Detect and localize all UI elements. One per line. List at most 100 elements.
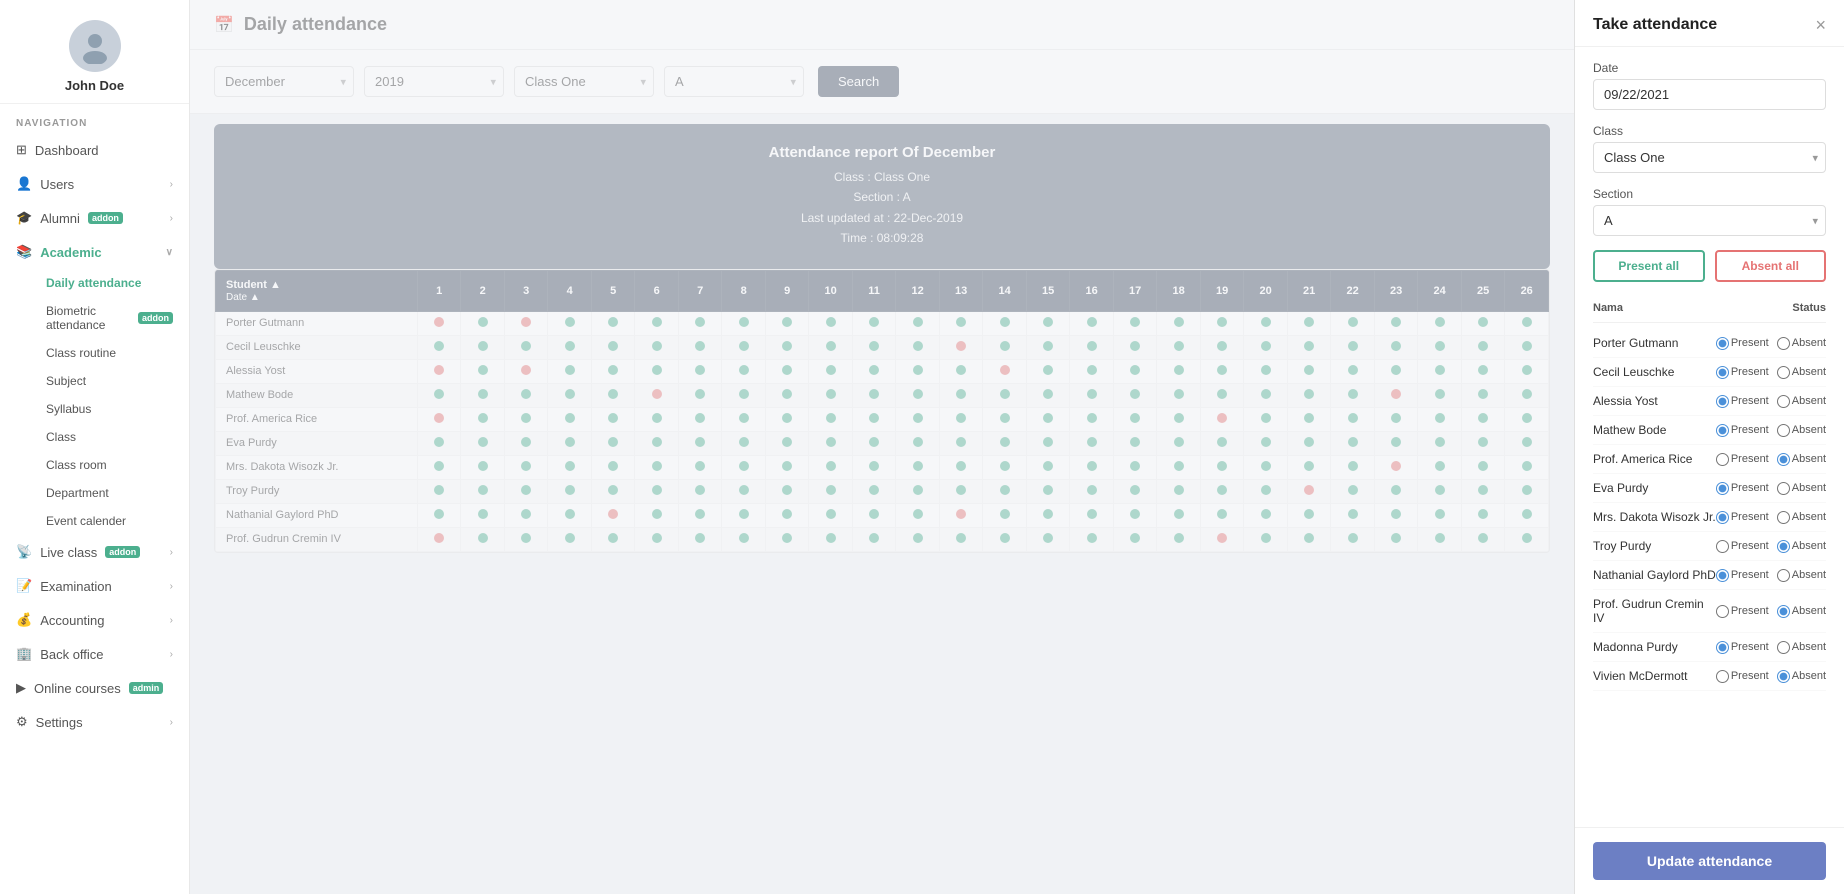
attendance-table-wrapper[interactable]: Student ▲Date ▲ 1 2 3 4 5 6 7 8 9 10 11 … [214, 269, 1550, 553]
sidebar-item-dashboard[interactable]: ⊞ Dashboard [0, 133, 189, 167]
attendance-cell [1505, 407, 1549, 431]
present-radio-label[interactable]: Present [1716, 641, 1769, 654]
present-radio[interactable] [1716, 511, 1729, 524]
present-radio[interactable] [1716, 569, 1729, 582]
absent-radio-label[interactable]: Absent [1777, 337, 1826, 350]
absent-radio[interactable] [1777, 366, 1790, 379]
present-radio-label[interactable]: Present [1716, 337, 1769, 350]
attendance-radio-group[interactable]: Present Absent [1716, 482, 1826, 495]
sidebar-item-online-courses[interactable]: ▶ Online courses admin [0, 671, 189, 705]
sidebar-item-syllabus[interactable]: Syllabus [30, 395, 189, 423]
present-dot [1348, 389, 1358, 399]
sidebar-item-users[interactable]: 👤 Users › [0, 167, 189, 201]
attendance-radio-group[interactable]: Present Absent [1716, 641, 1826, 654]
class-select[interactable]: Class One [514, 66, 654, 97]
sidebar-item-back-office[interactable]: 🏢 Back office › [0, 637, 189, 671]
present-radio[interactable] [1716, 605, 1729, 618]
absent-radio[interactable] [1777, 569, 1790, 582]
present-radio-label[interactable]: Present [1716, 511, 1769, 524]
absent-radio-label[interactable]: Absent [1777, 641, 1826, 654]
attendance-radio-group[interactable]: Present Absent [1716, 337, 1826, 350]
absent-radio-label[interactable]: Absent [1777, 540, 1826, 553]
attendance-cell [809, 359, 853, 383]
sidebar-item-event-calender[interactable]: Event calender [30, 507, 189, 535]
absent-radio-label[interactable]: Absent [1777, 424, 1826, 437]
sidebar-item-class-room[interactable]: Class room [30, 451, 189, 479]
sidebar-item-class[interactable]: Class [30, 423, 189, 451]
sidebar-item-daily-attendance[interactable]: Daily attendance [30, 269, 189, 297]
absent-all-button[interactable]: Absent all [1715, 250, 1827, 282]
update-attendance-button[interactable]: Update attendance [1593, 842, 1826, 880]
present-radio-label[interactable]: Present [1716, 424, 1769, 437]
attendance-radio-group[interactable]: Present Absent [1716, 540, 1826, 553]
sidebar-item-examination[interactable]: 📝 Examination › [0, 569, 189, 603]
sidebar-item-alumni[interactable]: 🎓 Alumni addon › [0, 201, 189, 235]
attendance-radio-group[interactable]: Present Absent [1716, 395, 1826, 408]
present-radio[interactable] [1716, 482, 1729, 495]
attendance-radio-group[interactable]: Present Absent [1716, 453, 1826, 466]
month-select[interactable]: December [214, 66, 354, 97]
present-radio[interactable] [1716, 424, 1729, 437]
absent-radio[interactable] [1777, 424, 1790, 437]
absent-radio[interactable] [1777, 641, 1790, 654]
absent-radio[interactable] [1777, 482, 1790, 495]
attendance-radio-group[interactable]: Present Absent [1716, 569, 1826, 582]
sidebar-item-subject[interactable]: Subject [30, 367, 189, 395]
attendance-radio-group[interactable]: Present Absent [1716, 366, 1826, 379]
absent-radio[interactable] [1777, 453, 1790, 466]
present-radio[interactable] [1716, 366, 1729, 379]
sidebar-item-accounting[interactable]: 💰 Accounting › [0, 603, 189, 637]
present-radio-label[interactable]: Present [1716, 569, 1769, 582]
present-radio-label[interactable]: Present [1716, 395, 1769, 408]
present-radio[interactable] [1716, 641, 1729, 654]
absent-radio-label[interactable]: Absent [1777, 511, 1826, 524]
table-row: Troy Purdy [216, 479, 1549, 503]
absent-radio-label[interactable]: Absent [1777, 670, 1826, 683]
absent-radio[interactable] [1777, 337, 1790, 350]
absent-radio-label[interactable]: Absent [1777, 453, 1826, 466]
attendance-radio-group[interactable]: Present Absent [1716, 605, 1826, 618]
present-radio-label[interactable]: Present [1716, 482, 1769, 495]
section-select[interactable]: A [664, 66, 804, 97]
present-radio[interactable] [1716, 540, 1729, 553]
date-input[interactable] [1593, 79, 1826, 110]
sidebar-item-department[interactable]: Department [30, 479, 189, 507]
absent-radio[interactable] [1777, 540, 1790, 553]
present-dot [1304, 317, 1314, 327]
attendance-radio-group[interactable]: Present Absent [1716, 511, 1826, 524]
panel-section-select[interactable]: A [1593, 205, 1826, 236]
present-radio[interactable] [1716, 453, 1729, 466]
year-select[interactable]: 2019 [364, 66, 504, 97]
absent-radio[interactable] [1777, 511, 1790, 524]
absent-radio[interactable] [1777, 395, 1790, 408]
present-radio[interactable] [1716, 670, 1729, 683]
attendance-radio-group[interactable]: Present Absent [1716, 424, 1826, 437]
search-button[interactable]: Search [818, 66, 899, 97]
absent-radio-label[interactable]: Absent [1777, 605, 1826, 618]
present-radio-label[interactable]: Present [1716, 540, 1769, 553]
attendance-cell [983, 359, 1027, 383]
attendance-radio-group[interactable]: Present Absent [1716, 670, 1826, 683]
absent-radio-label[interactable]: Absent [1777, 569, 1826, 582]
absent-radio-label[interactable]: Absent [1777, 482, 1826, 495]
present-radio-label[interactable]: Present [1716, 605, 1769, 618]
absent-radio[interactable] [1777, 605, 1790, 618]
present-radio-label[interactable]: Present [1716, 366, 1769, 379]
present-radio-label[interactable]: Present [1716, 670, 1769, 683]
sidebar-item-live-class[interactable]: 📡 Live class addon › [0, 535, 189, 569]
sidebar-item-class-routine[interactable]: Class routine [30, 339, 189, 367]
sidebar-item-settings[interactable]: ⚙ Settings › [0, 705, 189, 739]
present-radio[interactable] [1716, 337, 1729, 350]
sidebar-item-biometric-attendance[interactable]: Biometric attendance addon [30, 297, 189, 339]
present-radio-label[interactable]: Present [1716, 453, 1769, 466]
present-all-button[interactable]: Present all [1593, 250, 1705, 282]
present-radio[interactable] [1716, 395, 1729, 408]
absent-radio-label[interactable]: Absent [1777, 395, 1826, 408]
sidebar-item-academic[interactable]: 📚 Academic ∨ [0, 235, 189, 269]
close-button[interactable]: × [1815, 16, 1826, 34]
present-dot [1174, 437, 1184, 447]
absent-radio[interactable] [1777, 670, 1790, 683]
absent-radio-label[interactable]: Absent [1777, 366, 1826, 379]
present-dot [1000, 485, 1010, 495]
panel-class-select[interactable]: Class One [1593, 142, 1826, 173]
